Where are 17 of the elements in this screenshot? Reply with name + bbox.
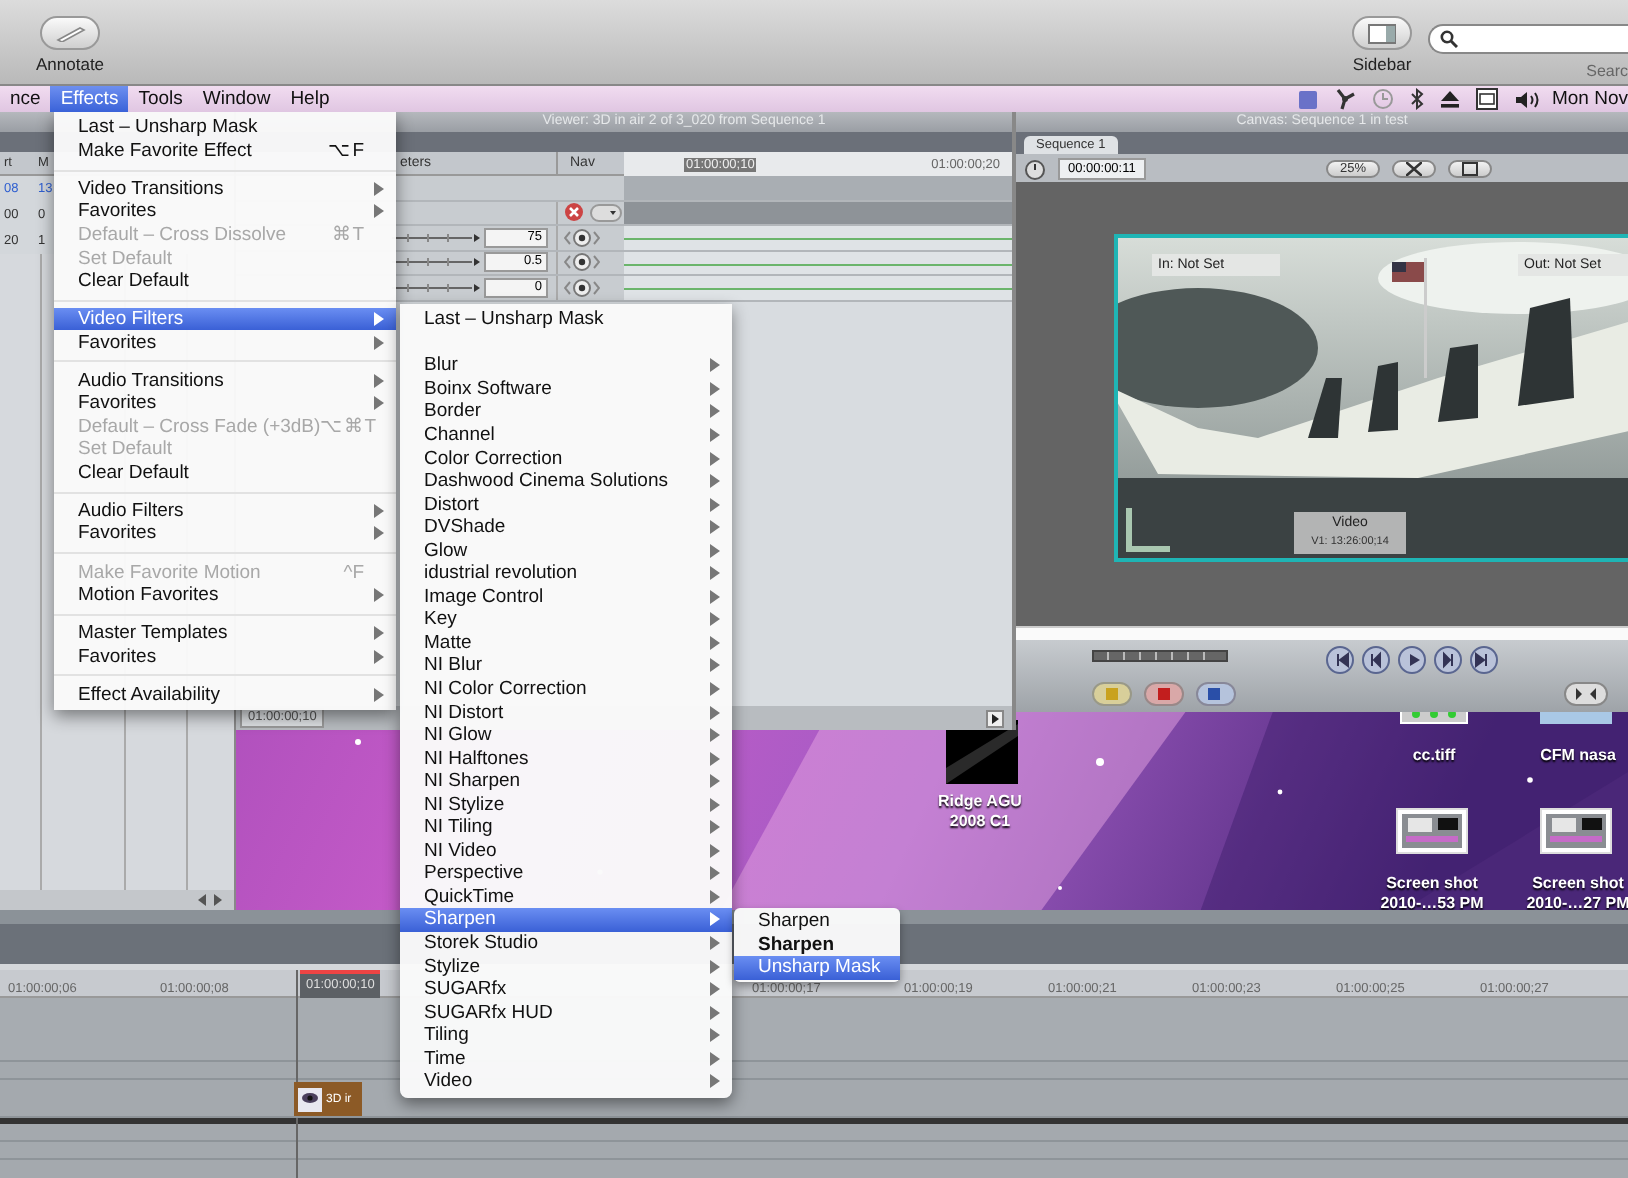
search-label: Searc — [1586, 62, 1628, 80]
menu-title[interactable]: Window — [192, 86, 281, 112]
search-field[interactable] — [1428, 24, 1628, 54]
speaker-icon[interactable] — [1513, 89, 1540, 109]
menu-title[interactable]: nce — [0, 86, 51, 112]
bluetooth-icon[interactable] — [1409, 88, 1424, 110]
square-icon[interactable] — [1297, 89, 1318, 109]
search-icon — [1440, 30, 1459, 48]
eject-icon[interactable] — [1439, 90, 1460, 108]
pencil-icon — [54, 25, 87, 41]
fan-icon[interactable] — [1333, 88, 1356, 110]
sidebar-icon — [1368, 23, 1397, 43]
menu-clock[interactable]: Mon Nov — [1551, 88, 1628, 110]
display-icon[interactable] — [1475, 88, 1498, 110]
menu-title[interactable]: Tools — [128, 86, 193, 112]
menu-title[interactable]: Effects — [50, 86, 129, 112]
menu-title[interactable]: Help — [280, 86, 340, 112]
